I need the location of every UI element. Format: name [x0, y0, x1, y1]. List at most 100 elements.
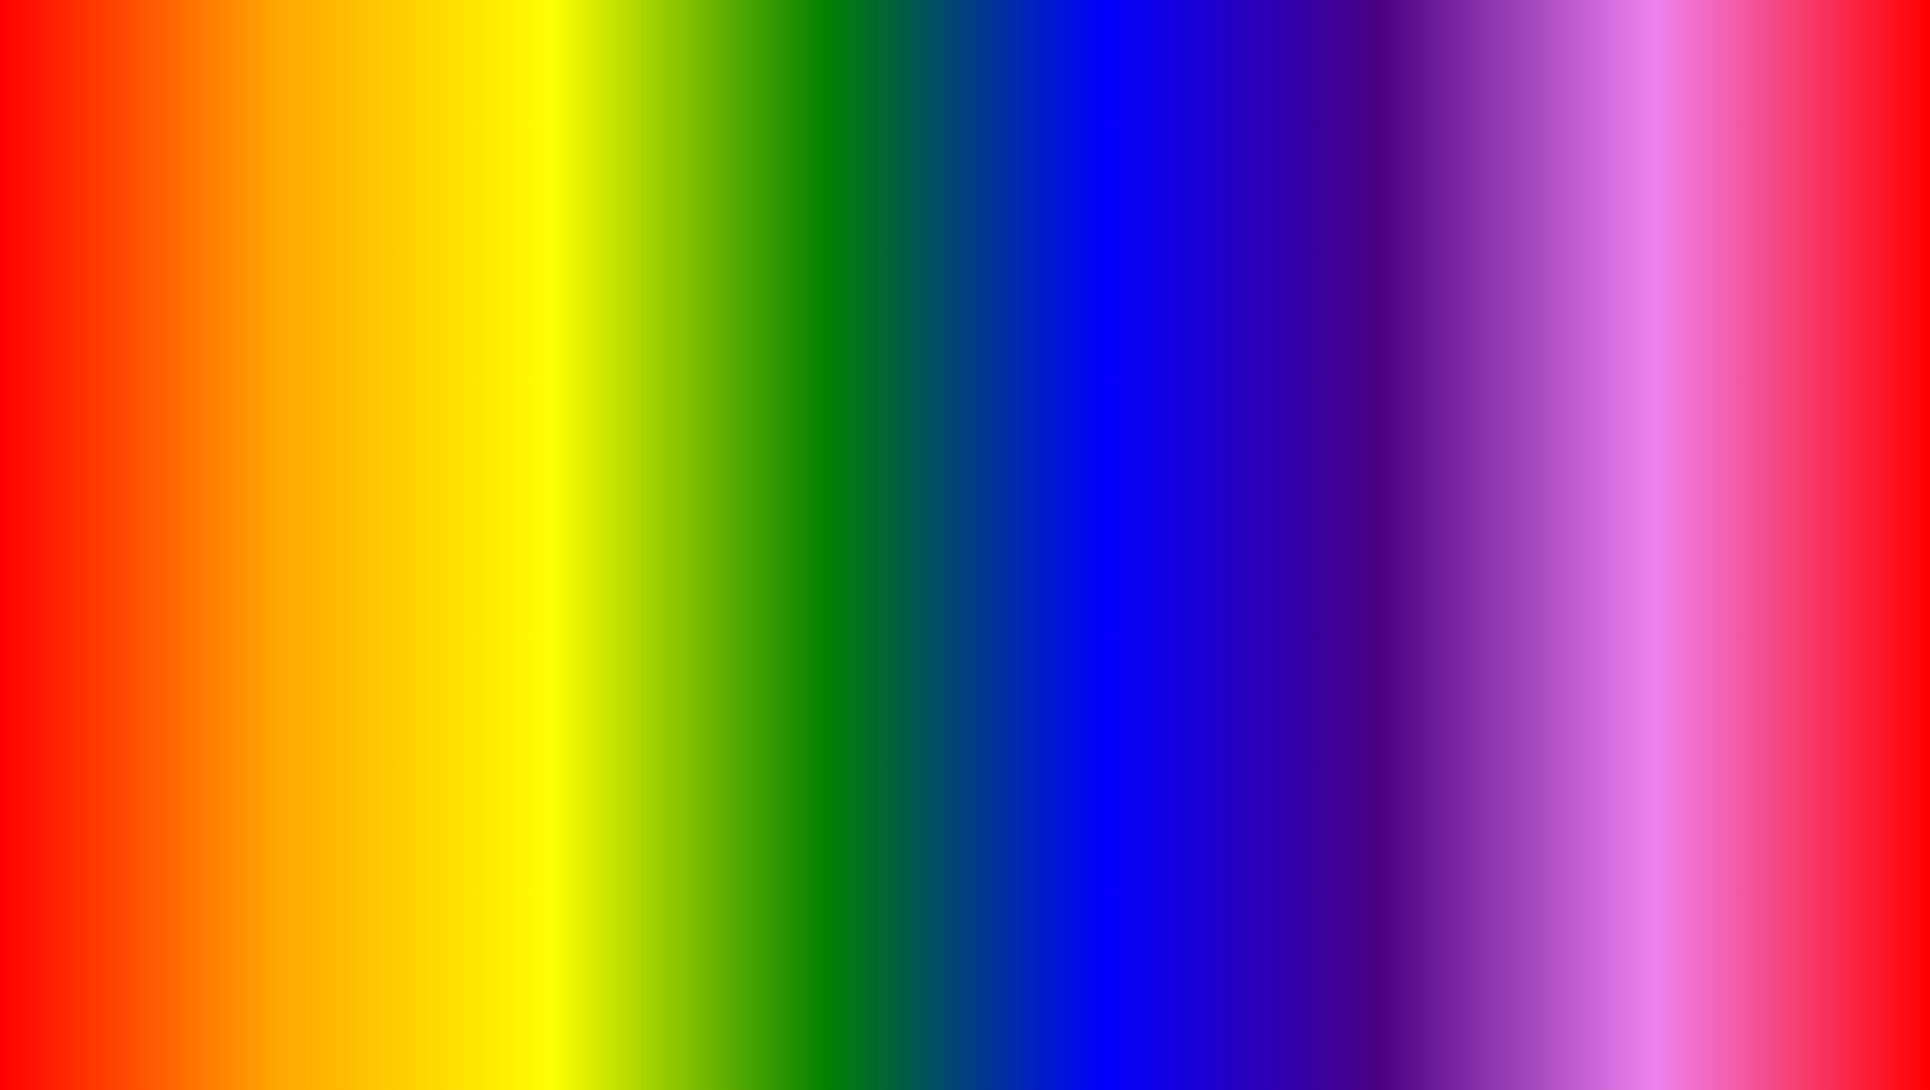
diamond-icon-3 — [97, 543, 114, 560]
nav-grid-icon[interactable]: ⊞ — [241, 337, 254, 357]
autofarmfast-item[interactable]: AutoFarmFast — [95, 457, 317, 481]
bottom-auto: AUTO — [370, 984, 589, 1064]
character-silhouette: 🥷 — [778, 262, 1152, 613]
right-nav-cart-icon[interactable]: 🛒 — [1445, 337, 1465, 357]
left-col1: AutoFarm AutoFarm AutoFarmFast Select We… — [87, 398, 326, 571]
crown-icon-1: 👑 — [1598, 413, 1615, 430]
right-panel-logo: ◆ — [1337, 307, 1355, 325]
left-panel-tabs: AutoFarm Settings — [87, 373, 563, 398]
x-text: X — [189, 309, 204, 323]
title-letter-u: U — [1114, 22, 1216, 168]
right-nav-profile-icon[interactable]: 👤 — [1337, 337, 1357, 357]
bar-4 — [363, 367, 413, 370]
left-panel-brand: PLAYBACK X HUB — [123, 309, 229, 323]
spawn-label: Spawn : Full Moon — [342, 595, 450, 610]
auto-full-moon-hop-item[interactable]: Auto Full Moon Hop — [338, 616, 602, 643]
bringmonster-item[interactable]: BringMonster — [334, 479, 556, 503]
auto-buy-haki-item[interactable]: 🛒 Auto Buy Enchanment Haki — [1335, 472, 1577, 499]
bringmonster-label: BringMonster — [358, 484, 429, 498]
auto-buy-sword-item[interactable]: 🛒 Auto Buy Legendary Sword — [1335, 499, 1577, 526]
tab-settings[interactable]: Settings — [326, 373, 564, 397]
col1-title: AutoFarm — [95, 406, 317, 427]
crown-icon-3: 👑 — [1598, 476, 1615, 493]
dropdown-arrow-2: ▼ — [484, 438, 495, 450]
bottom-farm: FARM — [589, 984, 833, 1064]
buy-dropdown-arrow: ▼ — [1515, 386, 1526, 398]
autofarm-mastery-label: AutoFarm Mastery BF — [119, 544, 236, 558]
right-col2-divider-1 — [1594, 439, 1836, 440]
diamond-icon-4 — [335, 459, 352, 476]
auto-buy-label: Auto Buy — [1364, 416, 1413, 430]
left-panel-logo: ◆ — [97, 307, 115, 325]
main-title: BLOX FRUITS — [0, 20, 1930, 170]
nav-cart-icon[interactable]: 🛒 — [205, 337, 225, 357]
title-letter-r: R — [1012, 22, 1114, 168]
bottom-script: SCRIPT — [833, 984, 1145, 1064]
auto-full-moon-hop-label: Auto Full Moon Hop — [364, 622, 479, 637]
right-panel-bars — [1337, 367, 1833, 370]
auto-buy-haki-label: Auto Buy Enchanment Haki — [1364, 479, 1511, 493]
title-letter-i: I — [1216, 22, 1260, 168]
right-panel: ◆ PLAYBACK X HUB 11:28:08 | February 02,… — [1325, 300, 1845, 572]
nav-home-icon[interactable]: 🏠 — [133, 337, 153, 357]
right-bar-3 — [1541, 367, 1601, 370]
kill-aura-item[interactable]: 👑 Kill Aura — [1594, 408, 1836, 435]
right-nav-home-icon[interactable]: 🏠 — [1373, 337, 1393, 357]
popup-panel: Auto Full Moon Hop Spawn : Full Moon Aut… — [320, 540, 620, 657]
bar-1 — [97, 367, 177, 370]
crown-icon-4: 👑 — [1598, 503, 1615, 520]
bf-logo-fruits: FRUITS — [1809, 1038, 1910, 1069]
autofarm-label: AutoFarm — [119, 438, 172, 452]
autobuy-section: AutoBuy — [1335, 445, 1577, 466]
cart-icon-1: 🛒 — [1339, 414, 1356, 431]
diamond-icon-5 — [335, 483, 352, 500]
tab-autofarm[interactable]: AutoFarm — [87, 373, 326, 397]
bottom-text: AUTO FARM SCRIPT PASTEBIN — [0, 983, 1930, 1065]
col1-section2: AutoFarmMastery — [95, 512, 317, 533]
right-nav-chart-icon[interactable]: 📈 — [1409, 337, 1429, 357]
cart-icon-3: 🛒 — [1339, 504, 1356, 521]
bf-logo-blox: BLOX — [1821, 1006, 1899, 1037]
diamond-icon-popup — [340, 621, 357, 638]
right-panel-header: ◆ PLAYBACK X HUB 11:28:08 | February 02,… — [1327, 302, 1843, 331]
left-panel: ◆ PLAYBACK X HUB 11:27:45 | February 02,… — [85, 300, 565, 573]
skull-svg — [1829, 932, 1889, 992]
autofarm-mastery-item[interactable]: AutoFarm Mastery BF — [95, 539, 317, 563]
fragment-section: Fragment — [1335, 535, 1577, 556]
bottom-pastebin: PASTEBIN — [1145, 984, 1560, 1064]
kill-aura-label: Kill Aura — [1623, 415, 1667, 429]
weapon-dropdown[interactable]: Select Weapon : Melee ▼ — [95, 481, 275, 503]
fastattack-item[interactable]: FastAttack — [334, 455, 556, 479]
buy-dropdown[interactable]: Select Buy : ▼ — [1335, 381, 1535, 403]
bf-logo: BLOX FRUITS — [1809, 922, 1910, 1070]
popup-title: Auto Full Moon Hop — [338, 554, 602, 579]
fastattack-dropdown[interactable]: Select FastAttack : Mobile ▼ — [334, 433, 504, 455]
nav-chart-icon[interactable]: 📈 — [169, 337, 189, 357]
auto-awaken-item[interactable]: 👑 Auto Awaken — [1594, 471, 1836, 498]
right-nav-grid-icon[interactable]: ⊞ — [1481, 337, 1494, 357]
right-x-text: X — [1429, 309, 1444, 323]
next-islands-item[interactable]: 👑 Next Islands — [1594, 444, 1836, 471]
fastattack-label: FastAttack — [358, 460, 415, 474]
bf-logo-icon — [1819, 922, 1899, 1002]
auto-buy-item[interactable]: 🛒 Auto Buy — [1335, 409, 1577, 436]
nav-profile-icon[interactable]: 👤 — [97, 337, 117, 357]
right-bar-4 — [1603, 367, 1653, 370]
title-letter-o: O — [677, 22, 786, 168]
left-panel-nav: 👤 🏠 📈 🛒 ⊞ — [87, 331, 563, 364]
title-letter-l: L — [590, 22, 677, 168]
autofarm-item[interactable]: AutoFarm — [95, 433, 317, 457]
title-letter-x: X — [786, 22, 881, 168]
right-col1: Select Buy : ▼ 🛒 Auto Buy AutoBuy 🛒 Auto… — [1327, 373, 1586, 570]
title-letter-t: T — [1260, 22, 1347, 168]
right-bar-1 — [1337, 367, 1417, 370]
left-panel-header: ◆ PLAYBACK X HUB 11:27:45 | February 02,… — [87, 302, 563, 331]
col2-title: Auto Page6 — [1594, 381, 1836, 402]
bar-3 — [301, 367, 361, 370]
right-brand-text: PLAYBACK — [1363, 309, 1429, 323]
right-panel-nav: 👤 🏠 📈 🛒 ⊞ — [1327, 331, 1843, 364]
autosartpage6-label: AutoSartPage6 — [1623, 505, 1704, 519]
autosartpage6-item[interactable]: 👑 AutoSartPage6 — [1594, 498, 1836, 525]
spawn-full-moon-item[interactable]: Spawn : Full Moon — [338, 589, 602, 616]
next-islands-label: Next Islands — [1623, 451, 1689, 465]
